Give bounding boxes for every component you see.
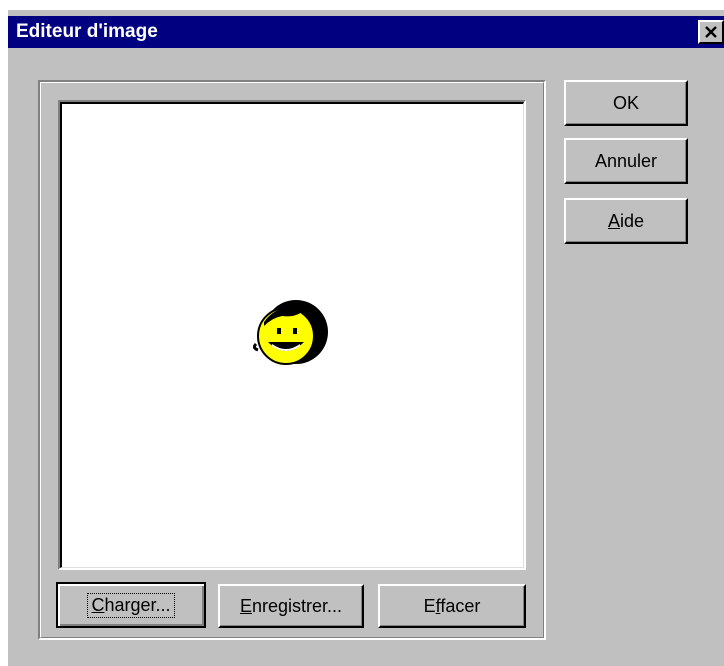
cancel-button-label: Annuler	[594, 150, 658, 171]
ok-button-label: OK	[612, 92, 639, 113]
help-button[interactable]: Aide	[564, 198, 688, 244]
image-editor-dialog: Editeur d'image OK Annuler Aide Charger.…	[0, 0, 724, 666]
window-top-edge	[0, 0, 724, 10]
cancel-button[interactable]: Annuler	[564, 138, 688, 184]
window-left-edge	[0, 0, 8, 666]
ok-button[interactable]: OK	[564, 80, 688, 126]
save-button[interactable]: Enregistrer...	[218, 584, 364, 628]
close-icon	[705, 25, 717, 38]
load-button[interactable]: Charger...	[56, 582, 206, 628]
help-button-label: Aide	[607, 210, 645, 231]
close-button[interactable]	[698, 20, 724, 44]
smiley-face-icon	[252, 300, 328, 365]
load-button-label: Charger...	[87, 592, 175, 618]
clear-button[interactable]: Effacer	[378, 584, 526, 628]
window-title: Editeur d'image	[16, 21, 158, 42]
clear-button-label: Effacer	[423, 595, 481, 616]
title-bar[interactable]: Editeur d'image	[8, 16, 724, 48]
save-button-label: Enregistrer...	[239, 595, 343, 616]
